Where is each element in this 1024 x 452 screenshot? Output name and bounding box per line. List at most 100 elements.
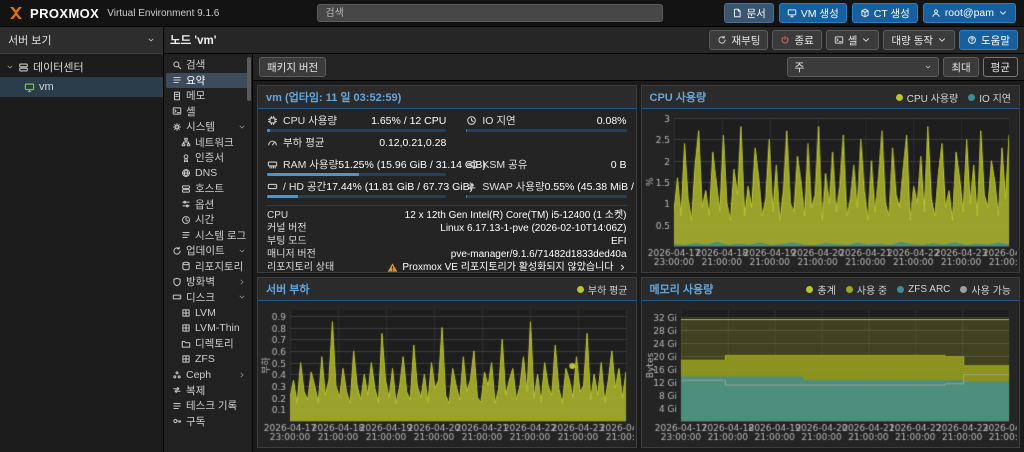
info-value: Linux 6.17.13-1-pve (2026-02-10T14:06Z)	[440, 222, 626, 235]
nav-item-subscription[interactable]: 구독	[166, 414, 250, 430]
bulk-actions-button[interactable]: 대량 동작	[883, 30, 955, 50]
certificates-icon	[181, 153, 191, 163]
metric-label: SWAP 사용량	[482, 179, 544, 194]
dns-icon	[181, 168, 191, 178]
legend-item[interactable]: 사용 가능	[960, 282, 1011, 297]
chevron-right-icon[interactable]	[618, 263, 627, 272]
shutdown-button[interactable]: 종료	[772, 30, 821, 50]
memory-chart-legend: 총계 사용 중 ZFS ARC 사용 가능	[806, 282, 1011, 297]
nav-item-options[interactable]: 옵션	[166, 197, 250, 213]
top-bar: PROXMOX Virtual Environment 9.1.6 문서 VM …	[0, 0, 1024, 27]
nav-item-label: 네트워크	[195, 135, 234, 150]
nav-item-updates[interactable]: 업데이트	[166, 243, 250, 259]
legend-dot	[896, 94, 903, 101]
nav-item-directory[interactable]: 디렉토리	[166, 336, 250, 352]
legend-label: 사용 중	[857, 282, 887, 297]
metric-swap: SWAP 사용량 0.55% (45.38 MiB / 8.00 GiB)	[466, 179, 626, 201]
server-load-chart[interactable]	[260, 303, 634, 445]
nav-item-summary[interactable]: 요약	[166, 73, 250, 89]
nav-item-firewall[interactable]: 방화벽	[166, 274, 250, 290]
nav-item-search[interactable]: 검색	[166, 57, 250, 73]
load-chart-legend: 부하 평균	[577, 282, 628, 297]
chevron-down-icon	[238, 293, 246, 301]
nav-item-notes[interactable]: 메모	[166, 88, 250, 104]
load-icon	[267, 137, 278, 148]
nav-item-label: LVM-Thin	[195, 322, 240, 334]
tree-item-node-vm[interactable]: vm	[0, 77, 163, 97]
chevron-down-icon	[924, 63, 932, 71]
nav-item-certificates[interactable]: 인증서	[166, 150, 250, 166]
network-icon	[181, 137, 191, 147]
legend-dot	[806, 286, 813, 293]
nav-item-system[interactable]: 시스템	[166, 119, 250, 135]
nav-item-label: 검색	[186, 57, 205, 72]
summary-icon	[172, 75, 182, 85]
time-range-select[interactable]: 주	[787, 57, 939, 77]
legend-item[interactable]: 부하 평균	[577, 282, 628, 297]
nav-item-ceph[interactable]: Ceph	[166, 367, 250, 383]
node-title: 노드 'vm'	[170, 32, 216, 48]
power-icon	[780, 35, 790, 45]
create-vm-button[interactable]: VM 생성	[779, 3, 847, 23]
metric-label: RAM 사용량	[283, 157, 338, 172]
global-search-input[interactable]	[317, 4, 663, 22]
shell-button[interactable]: 셸	[826, 30, 880, 50]
package-versions-button[interactable]: 패키지 버전	[259, 57, 326, 77]
hdd-icon	[267, 181, 278, 192]
nav-item-label: 요약	[186, 73, 205, 88]
legend-item[interactable]: ZFS ARC	[897, 284, 950, 295]
swap-icon	[466, 181, 477, 192]
metric-ram: RAM 사용량 51.25% (15.96 GiB / 31.14 GiB)	[267, 157, 446, 179]
status-panel-body: CPU 사용량 1.65% / 12 CPU 부하 평균 0.12,0.21,0…	[258, 109, 636, 272]
tree-item-datacenter[interactable]: 데이터센터	[0, 57, 163, 77]
documentation-button[interactable]: 문서	[724, 3, 773, 23]
nav-item-zfs[interactable]: ZFS	[166, 352, 250, 368]
terminal-icon	[834, 35, 844, 45]
help-button[interactable]: 도움말	[959, 30, 1018, 50]
metric-value: 0 B	[611, 159, 627, 171]
legend-item[interactable]: IO 지연	[968, 90, 1011, 105]
updates-icon	[172, 246, 182, 256]
chevron-down-icon	[861, 35, 871, 45]
subscription-icon	[172, 416, 182, 426]
metric-hdd: / HD 공간 17.44% (11.81 GiB / 67.73 GiB)	[267, 179, 446, 201]
user-menu-button[interactable]: root@pam	[923, 3, 1016, 23]
nav-item-repositories[interactable]: 리포지토리	[166, 259, 250, 275]
nav-item-time[interactable]: 시간	[166, 212, 250, 228]
nav-item-hosts[interactable]: 호스트	[166, 181, 250, 197]
resource-sidebar: 서버 보기 데이터센터 vm	[0, 27, 164, 452]
nav-item-dns[interactable]: DNS	[166, 166, 250, 182]
view-selector[interactable]: 서버 보기	[0, 27, 163, 54]
legend-item[interactable]: CPU 사용량	[896, 90, 959, 105]
legend-item[interactable]: 사용 중	[846, 282, 887, 297]
reboot-button[interactable]: 재부팅	[709, 30, 768, 50]
tree-item-label: 데이터센터	[33, 59, 84, 75]
notes-icon	[172, 91, 182, 101]
node-nav-menu: 검색요약메모셸시스템네트워크인증서DNS호스트옵션시간시스템 로그업데이트리포지…	[164, 54, 253, 452]
expander-icon[interactable]	[6, 63, 14, 71]
cpu-usage-chart[interactable]	[644, 111, 1018, 270]
max-toggle-button[interactable]: 최대	[943, 57, 978, 77]
legend-item[interactable]: 총계	[806, 282, 835, 297]
nav-item-replication[interactable]: 복제	[166, 383, 250, 399]
resource-tree: 데이터센터 vm	[0, 54, 163, 100]
replication-icon	[172, 385, 182, 395]
legend-dot	[968, 94, 975, 101]
nav-item-disks[interactable]: 디스크	[166, 290, 250, 306]
lvm-thin-icon	[181, 323, 191, 333]
metric-label: IO 지연	[482, 113, 515, 128]
nav-item-shell[interactable]: 셸	[166, 104, 250, 120]
chevron-down-icon	[238, 247, 246, 255]
metric-spacer	[466, 135, 626, 157]
average-toggle-button[interactable]: 평균	[983, 57, 1018, 77]
nav-item-lvm[interactable]: LVM	[166, 305, 250, 321]
nav-item-syslog[interactable]: 시스템 로그	[166, 228, 250, 244]
create-ct-button[interactable]: CT 생성	[852, 3, 918, 23]
nav-item-lvm-thin[interactable]: LVM-Thin	[166, 321, 250, 337]
nav-item-task-history[interactable]: 테스크 기록	[166, 398, 250, 414]
ram-icon	[267, 159, 278, 170]
info-label: 리포지토리 상태	[267, 261, 334, 272]
memory-usage-chart[interactable]	[644, 303, 1018, 445]
nav-item-network[interactable]: 네트워크	[166, 135, 250, 151]
nav-item-label: 시스템 로그	[195, 228, 246, 243]
